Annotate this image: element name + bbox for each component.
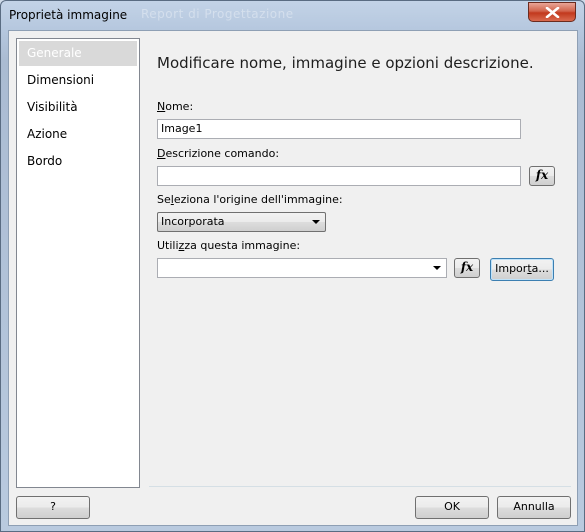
use-image-label: Utilizza questa immagine: <box>157 239 301 252</box>
page-nav-list: Generale Dimensioni Visibilità Azione Bo… <box>16 38 140 488</box>
chevron-down-icon <box>312 220 320 224</box>
close-icon <box>545 7 560 18</box>
nav-item-dimensioni[interactable]: Dimensioni <box>19 68 137 93</box>
name-label: Nome: <box>157 100 194 113</box>
image-source-label: Seleziona l'origine dell'immagine: <box>157 193 343 206</box>
nav-item-azione[interactable]: Azione <box>19 122 137 147</box>
nav-item-bordo[interactable]: Bordo <box>19 149 137 174</box>
use-image-select[interactable] <box>157 258 447 278</box>
footer-separator <box>149 486 571 487</box>
tooltip-expression-button[interactable]: fx <box>529 166 555 186</box>
background-window-title: Report di Progettazione <box>141 7 294 21</box>
nav-item-generale[interactable]: Generale <box>19 41 137 66</box>
image-source-select[interactable]: Incorporata <box>157 212 326 232</box>
dialog-client-area: Generale Dimensioni Visibilità Azione Bo… <box>8 30 578 526</box>
chevron-down-icon <box>433 266 441 270</box>
ok-button[interactable]: OK <box>415 496 489 519</box>
help-button[interactable]: ? <box>16 496 90 519</box>
tooltip-input[interactable] <box>157 166 521 186</box>
cancel-button[interactable]: Annulla <box>497 496 571 519</box>
nav-item-visibilita[interactable]: Visibilità <box>19 95 137 120</box>
window-title: Proprietà immagine <box>9 8 128 22</box>
title-bar[interactable]: Proprietà immagine Report di Progettazio… <box>1 1 584 29</box>
image-expression-button[interactable]: fx <box>454 258 480 278</box>
tooltip-label: Descrizione comando: <box>157 147 280 160</box>
function-icon: fx <box>460 260 474 274</box>
image-source-value: Incorporata <box>161 215 225 228</box>
page-heading: Modificare nome, immagine e opzioni desc… <box>157 54 534 72</box>
name-input[interactable]: Image1 <box>157 119 521 139</box>
dialog-window: Proprietà immagine Report di Progettazio… <box>0 0 585 532</box>
import-button[interactable]: Importa... <box>490 258 554 281</box>
close-button[interactable] <box>528 2 576 22</box>
function-icon: fx <box>535 168 549 182</box>
